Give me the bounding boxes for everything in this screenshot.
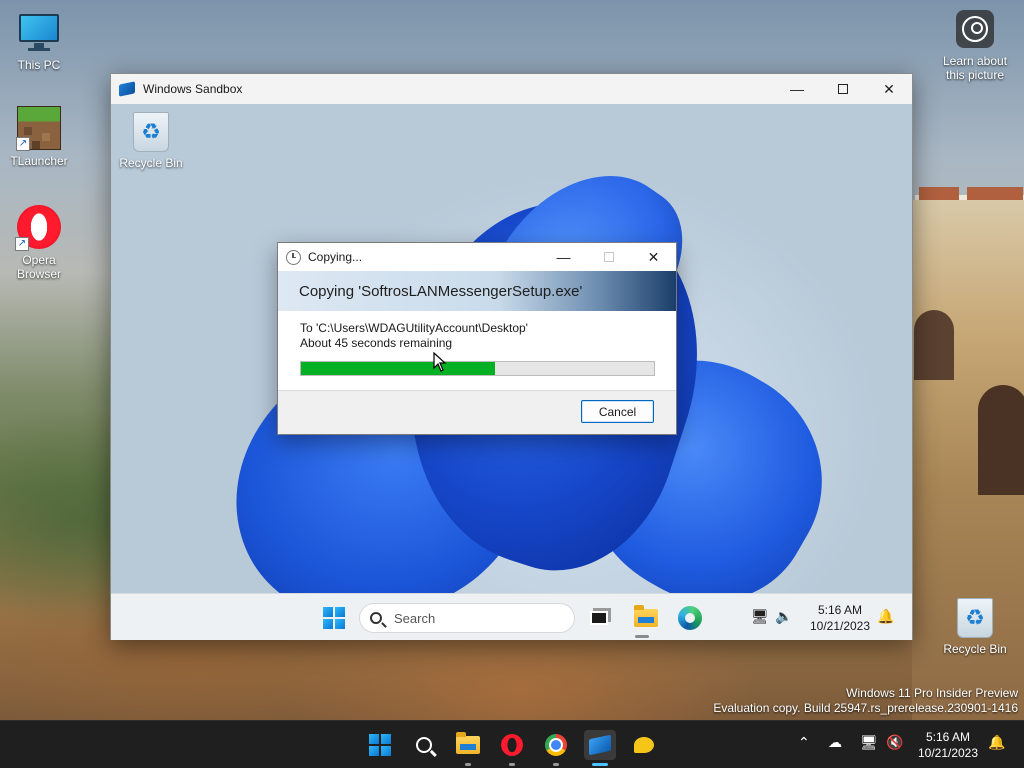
running-indicator [553, 763, 559, 766]
camera-info-icon [956, 10, 994, 48]
watermark-line-1: Windows 11 Pro Insider Preview [846, 686, 1018, 700]
desktop-icon-label: Recycle Bin [943, 642, 1007, 656]
desktop-icon-label: This PC [17, 58, 61, 72]
watermark-line-2: Evaluation copy. Build 25947.rs_prerelea… [713, 701, 1018, 715]
recycle-bin-icon: ♻ [957, 598, 993, 638]
task-view-icon [590, 611, 608, 625]
host-clock[interactable]: 5:16 AM 10/21/2023 [910, 729, 986, 761]
clock-time: 5:16 AM [817, 603, 863, 617]
opera-icon: ↗ [15, 205, 61, 251]
time-remaining-text: About 45 seconds remaining [300, 336, 453, 350]
network-icon[interactable]: 🖥 [860, 734, 878, 751]
learn-about-label: Learn about this picture [942, 54, 1008, 82]
sandbox-app-icon [119, 81, 135, 97]
dialog-title: Copying... [308, 250, 363, 264]
dialog-footer: Cancel [278, 390, 676, 434]
notification-bell-icon[interactable]: 🔔 [988, 734, 1005, 751]
search-icon [416, 737, 432, 753]
clock-date: 10/21/2023 [917, 746, 979, 760]
start-button[interactable] [323, 607, 345, 629]
host-opera-button[interactable] [496, 730, 528, 760]
dialog-body: To 'C:\Users\WDAGUtilityAccount\Desktop'… [278, 311, 676, 376]
dialog-minimize-button[interactable]: — [541, 243, 586, 271]
windows-sandbox-icon [589, 734, 611, 756]
maximize-button[interactable] [820, 74, 866, 104]
dialog-title-bar[interactable]: Copying... — ✕ [278, 243, 676, 271]
clock-time: 5:16 AM [925, 730, 971, 744]
minecraft-grass-block-icon: ↗ [16, 106, 61, 151]
desktop-icon-label: TLauncher [10, 154, 68, 168]
running-indicator [635, 635, 649, 638]
running-indicator [465, 763, 471, 766]
windows-logo-icon [369, 734, 391, 756]
search-box[interactable]: Search [359, 603, 575, 633]
progress-fill [301, 362, 496, 375]
volume-muted-icon[interactable]: 🔇 [886, 734, 903, 751]
folder-icon [634, 605, 658, 627]
close-button[interactable]: ✕ [866, 74, 912, 104]
folder-icon [456, 732, 480, 754]
sandbox-title-bar[interactable]: Windows Sandbox — ✕ [111, 74, 912, 104]
minimize-button[interactable]: — [774, 74, 820, 104]
show-hidden-icons-chevron-icon[interactable]: ⌃ [798, 734, 810, 751]
dialog-maximize-button [586, 243, 631, 271]
opera-icon [501, 734, 523, 756]
desktop-icon-label: Recycle Bin [119, 156, 183, 170]
dialog-close-button[interactable]: ✕ [631, 243, 676, 271]
task-view-button[interactable] [585, 604, 613, 632]
sandbox-recycle-bin[interactable]: ♻ Recycle Bin [113, 112, 189, 170]
host-feedback-button[interactable] [628, 730, 660, 760]
volume-icon[interactable]: 🔈 [775, 608, 792, 625]
file-explorer-button[interactable] [632, 604, 660, 632]
onedrive-icon[interactable]: ☁ [828, 734, 842, 751]
sandbox-title: Windows Sandbox [143, 82, 243, 96]
cancel-button[interactable]: Cancel [581, 400, 654, 423]
copy-progress-dialog[interactable]: Copying... — ✕ Copying 'SoftrosLANMessen… [277, 242, 677, 435]
host-file-explorer-button[interactable] [452, 730, 484, 760]
host-search-button[interactable] [408, 730, 440, 760]
search-placeholder: Search [394, 610, 436, 626]
active-indicator [592, 763, 608, 766]
chrome-icon [545, 734, 567, 756]
edge-icon [678, 606, 702, 630]
running-indicator [509, 763, 515, 766]
maximize-icon [603, 252, 614, 262]
destination-text: To 'C:\Users\WDAGUtilityAccount\Desktop' [300, 321, 528, 335]
maximize-icon [838, 84, 848, 94]
sandbox-clock[interactable]: 5:16 AM 10/21/2023 [805, 602, 875, 634]
clock-icon [286, 249, 301, 265]
recycle-bin-icon: ♻ [133, 112, 169, 152]
desktop-icon-label: Opera Browser [16, 253, 61, 281]
shortcut-arrow-icon: ↗ [16, 137, 30, 151]
network-icon[interactable]: 🖥 [751, 608, 769, 625]
host-sandbox-button[interactable] [584, 730, 616, 760]
search-icon [370, 612, 382, 624]
feedback-hub-icon [634, 737, 654, 753]
copy-progress-bar [300, 361, 655, 376]
desktop-icon-recycle-bin[interactable]: ♻ Recycle Bin [935, 598, 1015, 656]
shortcut-arrow-icon: ↗ [15, 237, 29, 251]
host-start-button[interactable] [364, 730, 396, 760]
desktop-icon-opera[interactable]: ↗ Opera Browser [0, 205, 79, 281]
learn-about-picture[interactable]: Learn about this picture [936, 10, 1014, 82]
clock-date: 10/21/2023 [809, 619, 871, 633]
desktop-icon-this-pc[interactable]: This PC [0, 10, 79, 72]
notification-bell-icon[interactable]: 🔔 [877, 608, 894, 625]
sandbox-taskbar: Search 🖥 🔈 5:16 AM 10/21/2023 🔔 [111, 593, 912, 640]
mouse-cursor-icon [433, 351, 447, 375]
edge-button[interactable] [676, 604, 704, 632]
evaluation-watermark: Windows 11 Pro Insider Preview Evaluatio… [713, 686, 1018, 716]
copy-header: Copying 'SoftrosLANMessengerSetup.exe' [278, 271, 676, 311]
desktop-icon-tlauncher[interactable]: ↗ TLauncher [0, 106, 79, 168]
host-chrome-button[interactable] [540, 730, 572, 760]
monitor-icon [17, 10, 61, 54]
host-taskbar: ⌃ ☁ 🖥 🔇 5:16 AM 10/21/2023 🔔 [0, 720, 1024, 768]
